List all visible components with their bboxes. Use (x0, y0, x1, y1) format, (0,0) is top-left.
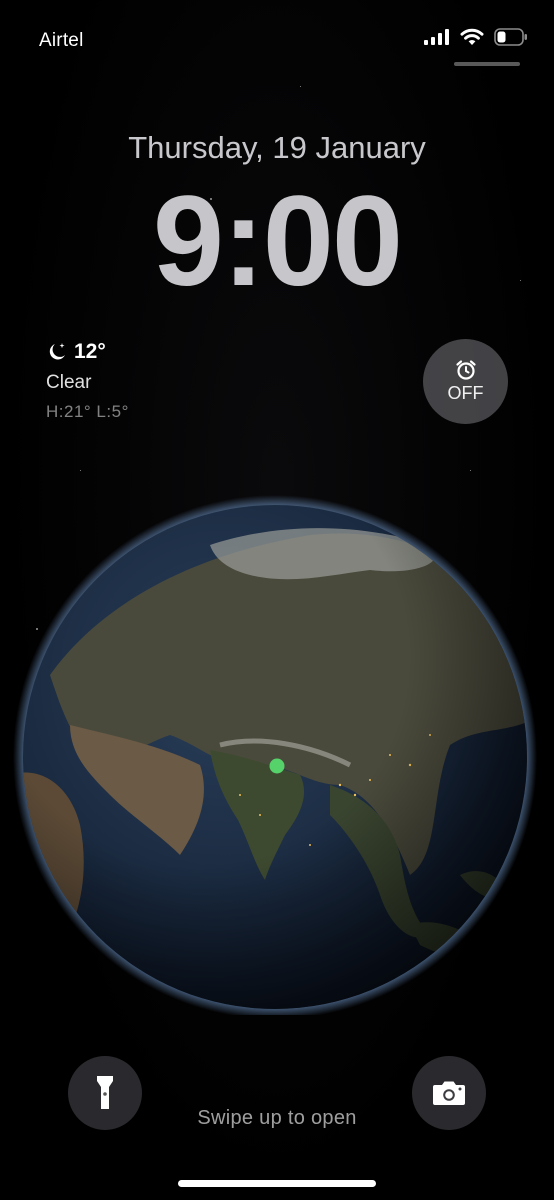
alarm-label: OFF (447, 383, 484, 403)
weather-condition: Clear (46, 372, 92, 393)
swipe-up-hint: Swipe up to open (197, 1107, 357, 1129)
home-indicator[interactable] (178, 1180, 376, 1187)
alarm-widget[interactable]: OFF (423, 339, 508, 424)
camera-icon (433, 1081, 465, 1105)
moon-stars-icon (49, 343, 65, 360)
alarm-clock-icon (455, 360, 476, 380)
battery-icon (494, 28, 527, 46)
carrier-label: Airtel (39, 30, 84, 51)
control-center-indicator[interactable] (454, 62, 520, 66)
flashlight-icon (97, 1076, 113, 1109)
location-marker (269, 758, 285, 774)
status-icons (424, 28, 528, 46)
earth-globe-wallpaper (10, 495, 540, 1015)
cellular-signal-icon (424, 29, 449, 45)
lock-time: 9:00 (152, 170, 403, 313)
wifi-icon (460, 28, 484, 45)
weather-high-low: H:21° L:5° (46, 402, 129, 421)
weather-temp-row: 12° (46, 340, 129, 364)
lock-date: Thursday, 19 January (128, 130, 426, 165)
weather-widget[interactable]: 12° Clear H:21° L:5° (46, 340, 129, 422)
lock-screen: Airtel Thursday, 19 January 9:00 12° Cle… (0, 0, 554, 1200)
weather-temperature: 12° (74, 340, 106, 363)
